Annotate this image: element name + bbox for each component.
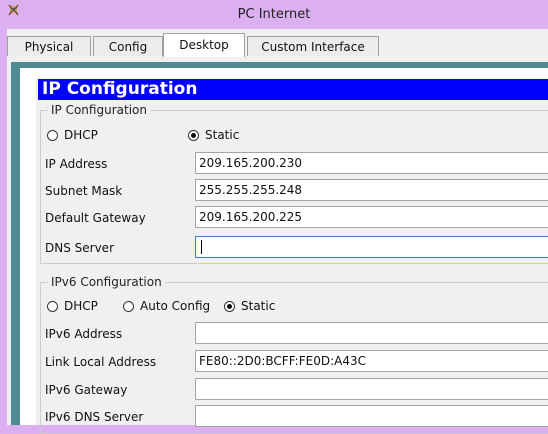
- subnet-mask-label: Subnet Mask: [45, 184, 123, 198]
- link-local-address-label: Link Local Address: [45, 355, 157, 369]
- radio-checked-icon: [188, 129, 199, 141]
- tab-bar: Physical Config Desktop Custom Interface: [7, 29, 548, 57]
- ipv6-auto-config-radio[interactable]: Auto Config: [123, 299, 210, 313]
- ipv4-dhcp-label: DHCP: [64, 128, 98, 142]
- ipv6-gateway-input[interactable]: [195, 378, 548, 400]
- radio-icon: [47, 129, 58, 141]
- title-bar: PC Internet: [0, 0, 548, 29]
- ipv6-group-label: IPv6 Configuration: [48, 275, 165, 289]
- ipv4-static-label: Static: [205, 128, 240, 142]
- tab-custom-interface[interactable]: Custom Interface: [247, 36, 379, 56]
- dns-server-label: DNS Server: [45, 241, 114, 255]
- tab-physical[interactable]: Physical: [7, 36, 91, 56]
- ipv6-dhcp-label: DHCP: [64, 299, 98, 313]
- ipv4-static-radio[interactable]: Static: [188, 128, 239, 142]
- ipv4-group-label: IP Configuration: [48, 103, 150, 117]
- ipv6-static-label: Static: [241, 299, 276, 313]
- link-local-address-input[interactable]: [195, 350, 548, 372]
- default-gateway-label: Default Gateway: [45, 211, 146, 225]
- ipv6-static-radio[interactable]: Static: [224, 299, 275, 313]
- radio-icon: [123, 300, 134, 312]
- window-title: PC Internet: [237, 7, 311, 22]
- tab-desktop[interactable]: Desktop: [163, 33, 245, 57]
- ip-address-label: IP Address: [45, 157, 108, 171]
- ipv4-dhcp-radio[interactable]: DHCP: [47, 128, 98, 142]
- ipv6-dns-server-label: IPv6 DNS Server: [45, 410, 144, 424]
- tab-config[interactable]: Config: [93, 36, 163, 56]
- ipv6-address-input[interactable]: [195, 322, 548, 344]
- subnet-mask-input[interactable]: [195, 179, 548, 201]
- ipv6-address-label: IPv6 Address: [45, 327, 123, 341]
- ipv6-gateway-label: IPv6 Gateway: [45, 383, 128, 397]
- radio-icon: [47, 300, 58, 312]
- ip-address-input[interactable]: [195, 152, 548, 174]
- default-gateway-input[interactable]: [195, 206, 548, 228]
- ipv6-auto-config-label: Auto Config: [140, 299, 211, 313]
- dns-server-input[interactable]: [195, 236, 548, 258]
- radio-checked-icon: [224, 300, 235, 312]
- panel-title: IP Configuration: [38, 79, 548, 100]
- ipv6-dns-server-input[interactable]: [195, 405, 548, 427]
- text-cursor: [201, 240, 202, 254]
- ipv6-dhcp-radio[interactable]: DHCP: [47, 299, 98, 313]
